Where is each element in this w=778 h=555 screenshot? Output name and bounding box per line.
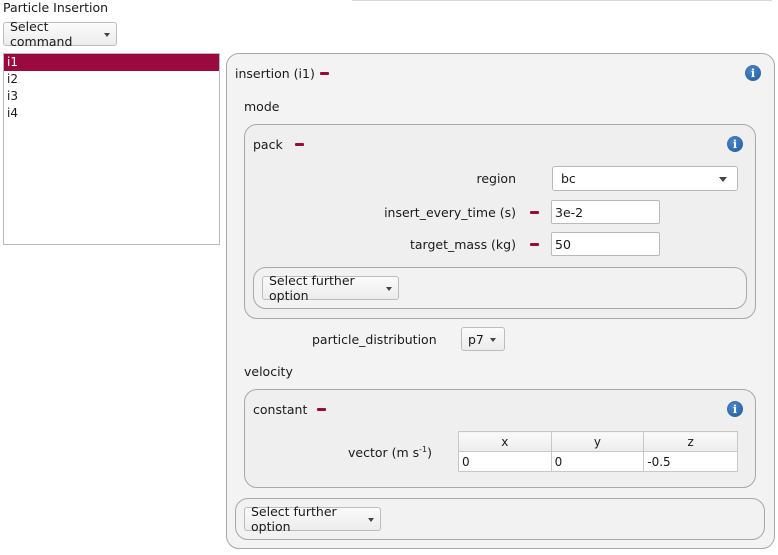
window-title: Particle Insertion <box>3 0 109 15</box>
list-item[interactable]: i1 <box>4 54 219 71</box>
pack-select-further-option-button[interactable]: Select further option <box>262 273 399 303</box>
target-mass-input[interactable]: 50 <box>551 232 660 256</box>
insertion-header: insertion (i1) <box>235 66 315 81</box>
insertion-list[interactable]: i1 i2 i3 i4 <box>3 53 220 245</box>
select-command-label: Select command <box>10 19 73 49</box>
vector-label-exponent: -1 <box>419 445 428 454</box>
insertion-select-further-option-button[interactable]: Select further option <box>244 504 381 534</box>
target-mass-label: target_mass (kg) <box>409 237 516 252</box>
chevron-down-icon <box>719 176 727 182</box>
region-label: region <box>476 171 516 186</box>
info-icon[interactable]: i <box>727 136 743 152</box>
title-divider <box>352 0 772 1</box>
vector-table: x y z 0 0 -0.5 <box>458 431 738 472</box>
insertion-select-further-option-label: Select further option <box>251 504 337 534</box>
vector-x-cell[interactable]: 0 <box>458 451 552 472</box>
remove-insertion-button[interactable] <box>317 66 331 80</box>
vector-label-close: ) <box>427 445 433 461</box>
pack-header: pack <box>253 137 283 152</box>
chevron-down-icon <box>104 32 110 37</box>
insert-every-time-label: insert_every_time (s) <box>384 205 516 220</box>
column-header-x: x <box>458 431 552 452</box>
region-select[interactable]: bc <box>552 166 738 191</box>
mode-label: mode <box>244 99 280 114</box>
vector-label-text: vector (m s <box>348 445 420 461</box>
column-header-y: y <box>550 431 645 452</box>
column-header-z: z <box>643 431 738 452</box>
remove-target-mass-button[interactable] <box>527 237 541 251</box>
vector-label: vector (m s-1) <box>348 445 432 460</box>
vector-z-cell[interactable]: -0.5 <box>643 451 738 472</box>
particle-distribution-select[interactable]: p7 <box>461 327 505 351</box>
list-item[interactable]: i2 <box>4 71 219 88</box>
chevron-down-icon <box>489 337 496 342</box>
chevron-down-icon <box>386 286 392 291</box>
info-icon[interactable]: i <box>727 401 743 417</box>
pack-select-further-option-label: Select further option <box>269 273 355 303</box>
remove-insert-every-time-button[interactable] <box>527 205 541 219</box>
vector-y-cell[interactable]: 0 <box>550 451 645 472</box>
region-value: bc <box>561 171 576 186</box>
particle-distribution-value: p7 <box>468 331 484 347</box>
insert-every-time-input[interactable]: 3e-2 <box>551 200 660 224</box>
constant-header: constant <box>253 402 308 417</box>
remove-constant-button[interactable] <box>314 402 328 416</box>
remove-pack-button[interactable] <box>292 137 306 151</box>
list-item[interactable]: i4 <box>4 105 219 122</box>
info-icon[interactable]: i <box>745 65 761 81</box>
list-item[interactable]: i3 <box>4 88 219 105</box>
chevron-down-icon <box>368 517 374 522</box>
select-command-button[interactable]: Select command <box>3 19 117 49</box>
velocity-label: velocity <box>244 364 293 379</box>
particle-distribution-label: particle_distribution <box>312 332 437 347</box>
